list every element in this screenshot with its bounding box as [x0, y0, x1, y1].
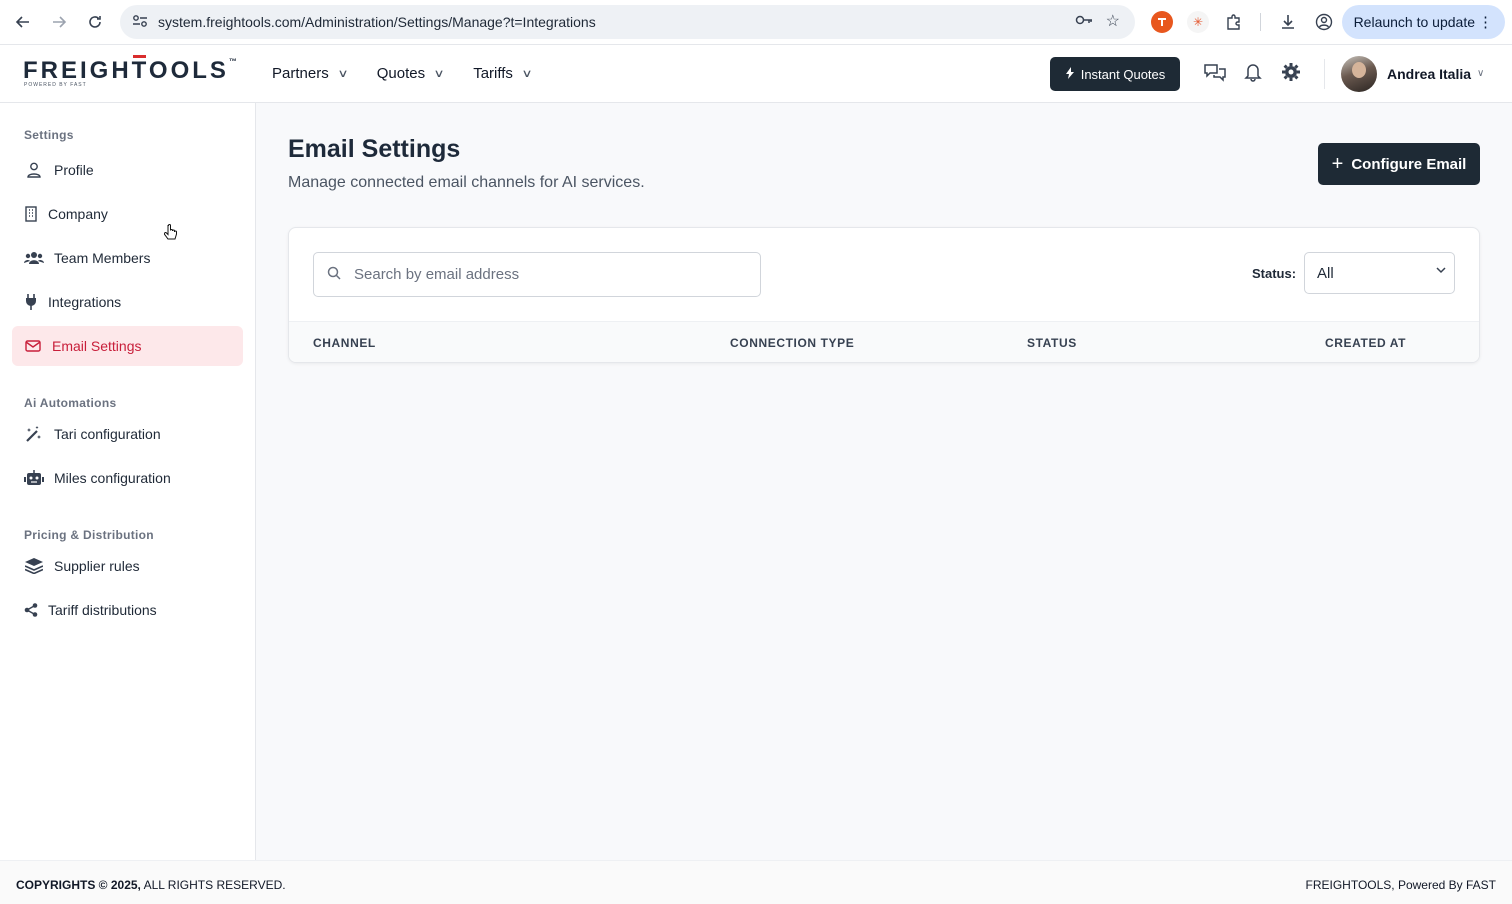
search-icon [314, 266, 354, 283]
magic-wand-icon [24, 426, 44, 442]
sidebar-section-ai-automations: Ai Automations [24, 396, 117, 410]
toolbar-divider [1260, 13, 1261, 31]
url-text[interactable]: system.freightools.com/Administration/Se… [158, 14, 596, 30]
page-subtitle: Manage connected email channels for AI s… [288, 174, 645, 191]
column-header-created-at[interactable]: CREATED AT [1325, 336, 1406, 350]
configure-email-label: Configure Email [1351, 155, 1467, 173]
sidebar-item-label: Profile [54, 162, 94, 178]
email-channels-card: Status: All CHANNEL CONNECTION TYPE STAT… [288, 227, 1480, 363]
profile-icon[interactable] [1313, 11, 1335, 33]
search-input[interactable] [354, 266, 734, 283]
menu-dots-icon: ⋮ [1478, 14, 1493, 31]
browser-toolbar: system.freightools.com/Administration/Se… [0, 0, 1512, 45]
sidebar-item-label: Integrations [48, 294, 122, 310]
sidebar-section-pricing-distribution: Pricing & Distribution [24, 528, 154, 542]
instant-quotes-button[interactable]: Instant Quotes [1050, 57, 1180, 91]
table-header: CHANNEL CONNECTION TYPE STATUS CREATED A… [289, 321, 1479, 362]
footer-brand-text: FREIGHTOOLS, Powered By FAST [1305, 878, 1497, 892]
download-icon[interactable] [1277, 11, 1299, 33]
bell-icon[interactable] [1244, 62, 1262, 87]
freightools-logo[interactable]: FREIGHTOOLS™ POWERED BY FAST [23, 57, 237, 88]
share-icon [24, 603, 38, 617]
gear-icon[interactable] [1281, 62, 1301, 87]
chat-icon[interactable] [1203, 62, 1227, 87]
nav-tariffs[interactable]: Tariffs ∨ [473, 65, 533, 82]
user-icon [24, 162, 44, 178]
column-header-channel[interactable]: CHANNEL [313, 336, 376, 350]
plus-icon: + [1331, 152, 1344, 175]
user-name[interactable]: Andrea Italia [1387, 66, 1471, 82]
avatar[interactable] [1341, 56, 1377, 92]
sidebar-item-label: Supplier rules [54, 558, 140, 574]
password-key-icon[interactable] [1075, 13, 1093, 29]
forward-icon[interactable] [41, 4, 77, 40]
search-field[interactable] [313, 252, 761, 297]
chevron-down-icon [1436, 266, 1446, 277]
status-filter-select[interactable]: All [1304, 252, 1455, 294]
header-divider [1324, 59, 1325, 89]
sidebar: Settings Profile Company Team Members In… [0, 103, 256, 860]
sidebar-item-label: Miles configuration [54, 470, 171, 486]
sidebar-item-miles-configuration[interactable]: Miles configuration [12, 458, 243, 498]
chevron-down-icon: ∨ [337, 68, 349, 80]
mouse-cursor-icon [163, 224, 178, 247]
extensions-puzzle-icon[interactable] [1223, 11, 1245, 33]
sidebar-item-label: Team Members [54, 250, 151, 266]
sidebar-item-label: Email Settings [52, 338, 142, 354]
nav-quotes[interactable]: Quotes ∨ [377, 65, 445, 82]
robot-icon [24, 470, 44, 486]
top-navigation: Partners ∨ Quotes ∨ Tariffs ∨ [272, 65, 561, 82]
chevron-down-icon: ∨ [521, 68, 533, 80]
column-header-status[interactable]: STATUS [1027, 336, 1077, 350]
layers-icon [24, 558, 44, 574]
instant-quotes-label: Instant Quotes [1080, 66, 1166, 82]
sidebar-item-email-settings[interactable]: Email Settings [12, 326, 243, 366]
sidebar-item-supplier-rules[interactable]: Supplier rules [12, 546, 243, 586]
sidebar-section-settings: Settings [24, 128, 74, 142]
chevron-down-icon: ∨ [433, 68, 445, 80]
chevron-down-icon[interactable]: ∨ [1477, 68, 1484, 79]
sidebar-item-label: Company [48, 206, 108, 222]
sidebar-item-tariff-distributions[interactable]: Tariff distributions [12, 590, 243, 630]
column-header-connection-type[interactable]: CONNECTION TYPE [730, 336, 854, 350]
relaunch-label: Relaunch to update [1353, 14, 1475, 30]
main-content: Email Settings Manage connected email ch… [256, 103, 1512, 860]
status-filter-value: All [1317, 264, 1334, 282]
footer: COPYRIGHTS © 2025, ALL RIGHTS RESERVED. … [0, 860, 1512, 904]
envelope-icon [24, 340, 42, 352]
site-settings-icon[interactable] [122, 14, 158, 31]
reload-icon[interactable] [77, 4, 113, 40]
sidebar-item-tari-configuration[interactable]: Tari configuration [12, 414, 243, 454]
sidebar-item-company[interactable]: Company [12, 194, 243, 234]
plug-icon [24, 294, 38, 310]
app-header: FREIGHTOOLS™ POWERED BY FAST Partners ∨ Q… [0, 45, 1512, 103]
sidebar-item-label: Tari configuration [54, 426, 161, 442]
building-icon [24, 206, 38, 222]
status-filter-label: Status: [1252, 266, 1297, 281]
bookmark-star-icon[interactable]: ☆ [1106, 11, 1120, 31]
nav-partners[interactable]: Partners ∨ [272, 65, 349, 82]
sidebar-item-profile[interactable]: Profile [12, 150, 243, 190]
page-title: Email Settings [288, 135, 461, 163]
address-bar[interactable]: system.freightools.com/Administration/Se… [120, 5, 1135, 39]
users-icon [24, 251, 44, 265]
extension-sparkle-icon[interactable]: ✳ [1187, 11, 1209, 33]
sidebar-item-team-members[interactable]: Team Members [12, 238, 243, 278]
configure-email-button[interactable]: + Configure Email [1318, 143, 1480, 185]
copyright-text: COPYRIGHTS © 2025, ALL RIGHTS RESERVED. [16, 878, 286, 892]
relaunch-button[interactable]: Relaunch to update ⋮ [1341, 5, 1505, 39]
back-icon[interactable] [5, 4, 41, 40]
extension-orange-icon[interactable] [1151, 11, 1173, 33]
bolt-icon [1065, 66, 1075, 82]
sidebar-item-integrations[interactable]: Integrations [12, 282, 243, 322]
sidebar-item-label: Tariff distributions [48, 602, 157, 618]
